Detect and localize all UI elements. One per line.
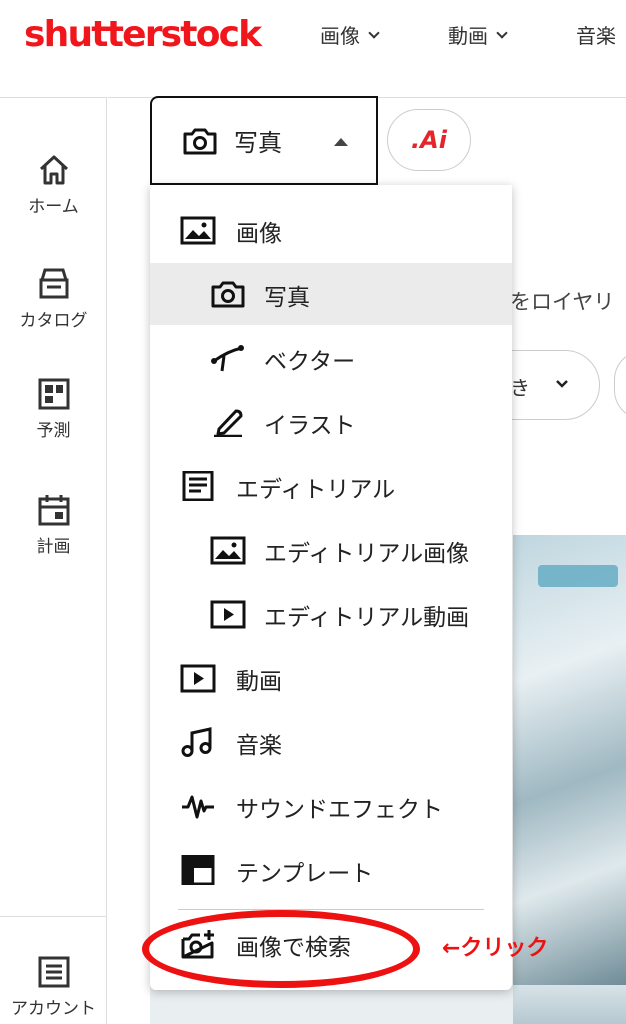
home-icon bbox=[39, 155, 68, 185]
chevron-down-icon bbox=[496, 26, 508, 39]
editorial-icon bbox=[182, 471, 214, 501]
ai-button-label: .Ai bbox=[411, 126, 447, 154]
background-heading-text: をロイヤリ bbox=[510, 290, 615, 314]
filter-pill-label: き bbox=[510, 376, 530, 400]
sidebar-item-label: ホーム bbox=[28, 197, 79, 217]
dropdown-divider bbox=[178, 909, 484, 910]
vector-icon bbox=[211, 345, 244, 372]
dropdown-item-templates[interactable]: テンプレート bbox=[150, 839, 512, 901]
top-header: shutterstock 画像 動画 音楽 bbox=[0, 0, 626, 68]
sidebar-item-label: カタログ bbox=[19, 311, 88, 331]
ai-search-button[interactable]: .Ai bbox=[387, 109, 471, 171]
dropdown-item-label: 音楽 bbox=[236, 733, 282, 759]
catalog-icon bbox=[39, 268, 68, 299]
search-by-image-label: 画像で検索 bbox=[236, 935, 351, 961]
chevron-down-icon bbox=[556, 380, 568, 388]
dropdown-item-label: エディトリアル動画 bbox=[264, 605, 470, 631]
annotation-note: ←クリック bbox=[442, 936, 549, 961]
pen-icon bbox=[214, 409, 243, 437]
video-icon bbox=[180, 664, 216, 693]
media-type-select[interactable]: 写真 bbox=[150, 96, 378, 185]
camera-icon bbox=[211, 281, 245, 308]
dropdown-item-vectors[interactable]: ベクター bbox=[150, 327, 512, 389]
sidebar-item-home[interactable]: ホーム bbox=[0, 152, 107, 217]
dropdown-item-sound-effects[interactable]: サウンドエフェクト bbox=[150, 775, 512, 837]
media-type-dropdown: 画像 写真 ベクター イラスト エディトリアル エディトリアル画像 エディトリア… bbox=[150, 185, 512, 990]
result-image[interactable] bbox=[513, 985, 626, 1024]
nav-images[interactable]: 画像 bbox=[320, 20, 380, 49]
image-icon bbox=[210, 536, 246, 565]
account-icon bbox=[38, 956, 69, 988]
nav-music-label: 音楽 bbox=[576, 24, 616, 48]
sidebar-item-forecast[interactable]: 予測 bbox=[0, 376, 107, 441]
music-icon bbox=[181, 727, 212, 757]
nav-images-label: 画像 bbox=[320, 24, 360, 48]
nav-video-label: 動画 bbox=[448, 24, 488, 48]
dropdown-item-editorial-video[interactable]: エディトリアル動画 bbox=[150, 583, 512, 645]
nav-music[interactable]: 音楽 bbox=[576, 20, 616, 49]
dropdown-item-label: イラスト bbox=[264, 413, 356, 439]
dropdown-item-video[interactable]: 動画 bbox=[150, 647, 512, 709]
camera-plus-icon bbox=[181, 930, 214, 959]
template-icon bbox=[181, 855, 215, 885]
waveform-icon bbox=[182, 795, 214, 819]
sidebar-divider bbox=[0, 916, 107, 917]
nav-video[interactable]: 動画 bbox=[448, 20, 508, 49]
sidebar-item-plan[interactable]: 計画 bbox=[0, 492, 107, 557]
dropdown-item-illustrations[interactable]: イラスト bbox=[150, 391, 512, 453]
shutterstock-logo[interactable]: shutterstock bbox=[24, 14, 262, 55]
dropdown-item-label: エディトリアル bbox=[236, 477, 396, 503]
sidebar-item-label: 予測 bbox=[36, 421, 71, 441]
calendar-icon bbox=[38, 495, 69, 526]
media-type-label: 写真 bbox=[234, 129, 282, 157]
caret-up-icon bbox=[334, 138, 348, 146]
page: shutterstock 画像 動画 音楽 ホーム カタログ 予測 計画 アカウ… bbox=[0, 0, 626, 1024]
image-icon bbox=[180, 216, 216, 245]
left-sidebar: ホーム カタログ 予測 計画 アカウント bbox=[0, 97, 107, 1024]
sidebar-item-label: アカウント bbox=[11, 999, 96, 1019]
result-image[interactable] bbox=[513, 535, 626, 985]
video-icon bbox=[210, 600, 246, 629]
dropdown-item-photos[interactable]: 写真 bbox=[150, 263, 512, 325]
dropdown-item-label: テンプレート bbox=[236, 861, 374, 887]
sidebar-item-label: 計画 bbox=[36, 537, 71, 557]
camera-icon bbox=[183, 128, 217, 154]
dropdown-item-label: 画像 bbox=[236, 221, 282, 247]
chevron-down-icon bbox=[368, 26, 380, 39]
dropdown-item-editorial[interactable]: エディトリアル bbox=[150, 455, 512, 517]
sidebar-item-account[interactable]: アカウント bbox=[0, 954, 107, 1019]
dropdown-item-label: 写真 bbox=[264, 285, 310, 311]
dropdown-item-label: ベクター bbox=[264, 349, 356, 375]
forecast-icon bbox=[38, 378, 69, 410]
dropdown-item-label: サウンドエフェクト bbox=[236, 797, 443, 823]
sidebar-item-catalog[interactable]: カタログ bbox=[0, 266, 107, 331]
dropdown-item-images[interactable]: 画像 bbox=[150, 199, 512, 261]
result-image[interactable] bbox=[150, 985, 513, 1024]
dropdown-item-music[interactable]: 音楽 bbox=[150, 711, 512, 773]
dropdown-item-label: 動画 bbox=[236, 669, 282, 695]
dropdown-item-label: エディトリアル画像 bbox=[264, 541, 470, 567]
dropdown-item-editorial-images[interactable]: エディトリアル画像 bbox=[150, 519, 512, 581]
